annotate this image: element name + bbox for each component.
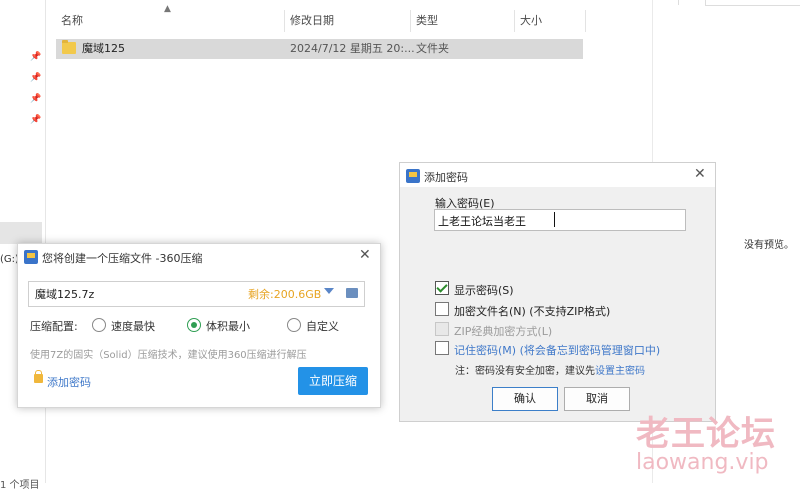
pin-icon[interactable]: 📌 — [30, 115, 41, 125]
column-divider[interactable] — [284, 10, 285, 32]
zip-classic-label: ZIP经典加密方式(L) — [454, 325, 553, 338]
remember-password-label[interactable]: 记住密码(M) (将会备忘到密码管理窗口中) — [454, 342, 660, 358]
compress-now-button[interactable]: 立即压缩 — [298, 367, 368, 395]
column-divider[interactable] — [410, 10, 411, 32]
360-zip-icon — [406, 169, 420, 183]
pin-icon[interactable]: 📌 — [30, 94, 41, 104]
password-input[interactable]: 上老王论坛当老王 — [434, 209, 686, 231]
set-master-password-link[interactable]: 设置主密码 — [595, 366, 645, 377]
360-zip-icon — [24, 250, 38, 264]
free-space-label: 剩余:200.6GB — [248, 288, 322, 301]
show-password-label[interactable]: 显示密码(S) — [454, 282, 514, 298]
show-password-checkbox[interactable] — [435, 281, 449, 295]
preview-empty-text: 没有预览。 — [744, 240, 794, 251]
column-header-type[interactable]: 类型 — [416, 9, 438, 33]
item-count: 1 个项目 — [0, 480, 40, 491]
search-box-edge[interactable] — [705, 0, 800, 6]
security-note: 注：密码没有安全加密，建议先设置主密码 — [455, 362, 645, 377]
dialog-title: 添加密码 — [424, 171, 468, 184]
add-password-link[interactable]: 添加密码 — [47, 374, 91, 390]
remember-password-checkbox[interactable] — [435, 341, 449, 355]
pin-icon[interactable]: 📌 — [30, 52, 41, 62]
file-modified: 2024/7/12 星期五 20:... — [290, 42, 415, 55]
security-note-text: 注：密码没有安全加密，建议先 — [455, 366, 595, 377]
sort-ascending-icon: ▲ — [164, 4, 171, 14]
column-header-size[interactable]: 大小 — [520, 9, 542, 33]
encrypt-filenames-checkbox[interactable] — [435, 302, 449, 316]
text-caret — [554, 212, 555, 227]
password-value[interactable]: 上老王论坛当老王 — [438, 213, 526, 229]
config-label: 压缩配置: — [30, 320, 78, 333]
add-password-dialog: 添加密码 ✕ 输入密码(E) 上老王论坛当老王 显示密码(S) 加密文件名(N)… — [399, 162, 716, 422]
nav-selected-item[interactable] — [0, 222, 42, 244]
folder-icon — [62, 40, 76, 54]
dialog-title: 您将创建一个压缩文件 -360压缩 — [42, 252, 203, 265]
lock-icon[interactable] — [34, 370, 43, 383]
file-type: 文件夹 — [416, 42, 449, 55]
remember-password-note: (将会备忘到密码管理窗口中) — [519, 344, 661, 357]
column-divider[interactable] — [585, 10, 586, 32]
radio-smallest-label[interactable]: 体积最小 — [206, 318, 250, 334]
watermark-title: 老王论坛 — [636, 414, 776, 454]
radio-fastest[interactable] — [92, 318, 106, 332]
close-icon[interactable]: ✕ — [359, 247, 371, 263]
chevron-down-icon[interactable] — [324, 288, 334, 294]
watermark-url: laowang.vip — [636, 450, 769, 475]
browse-folder-icon[interactable] — [346, 288, 358, 298]
solid-compression-hint: 使用7Z的固实（Solid）压缩技术，建议使用360压缩进行解压 — [30, 350, 307, 361]
column-header-name[interactable]: 名称 — [61, 9, 83, 33]
radio-custom-label[interactable]: 自定义 — [306, 318, 339, 334]
close-icon[interactable]: ✕ — [694, 166, 706, 182]
file-name: 魔域125 — [82, 42, 125, 55]
radio-smallest[interactable] — [187, 318, 201, 332]
confirm-button[interactable]: 确认 — [492, 387, 558, 411]
column-divider[interactable] — [514, 10, 515, 32]
radio-custom[interactable] — [287, 318, 301, 332]
encrypt-filenames-label[interactable]: 加密文件名(N) (不支持ZIP格式) — [454, 303, 610, 319]
remember-password-text[interactable]: 记住密码(M) — [454, 344, 516, 357]
archive-path-field[interactable]: 魔域125.7z 剩余:200.6GB — [28, 281, 365, 307]
pin-icon[interactable]: 📌 — [30, 73, 41, 83]
radio-fastest-label[interactable]: 速度最快 — [111, 318, 155, 334]
cancel-button[interactable]: 取消 — [564, 387, 630, 411]
zip-classic-checkbox[interactable] — [435, 322, 449, 336]
compress-dialog: 您将创建一个压缩文件 -360压缩 ✕ 魔域125.7z 剩余:200.6GB … — [17, 243, 381, 408]
column-header-modified[interactable]: 修改日期 — [290, 9, 334, 33]
divider — [678, 0, 679, 5]
archive-filename[interactable]: 魔域125.7z — [35, 286, 94, 302]
